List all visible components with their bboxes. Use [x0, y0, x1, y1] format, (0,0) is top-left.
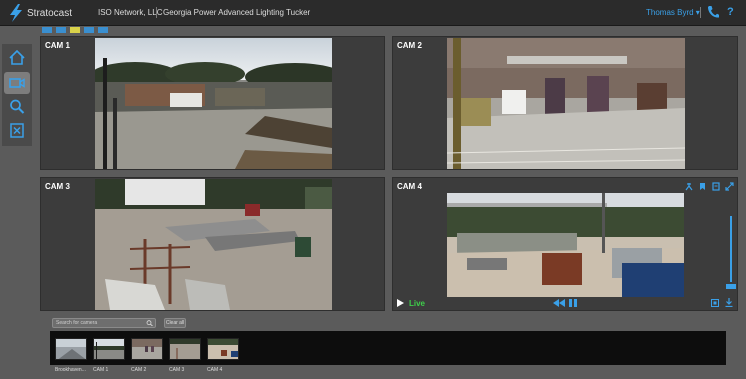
thumbnail-label: CAM 1 — [93, 367, 109, 373]
top-bar: Stratocast ISO Network, LLC Georgia Powe… — [0, 0, 746, 26]
side-nav — [2, 44, 32, 146]
camera-tile-2[interactable]: CAM 2 — [392, 36, 738, 170]
camera-video-feed[interactable] — [447, 193, 684, 297]
thumbnail-label: Brookhaven... — [55, 367, 86, 373]
volume-slider-handle[interactable] — [726, 284, 736, 289]
brand-name: Stratocast — [27, 8, 73, 19]
search-icon[interactable] — [146, 320, 153, 326]
camera-icon — [9, 78, 25, 88]
thumbnail-label: CAM 2 — [131, 367, 147, 373]
camera-video-feed[interactable] — [447, 38, 685, 169]
camera-thumbnail[interactable] — [207, 338, 239, 360]
camera-thumbnail[interactable] — [93, 338, 125, 360]
organization-name[interactable]: ISO Network, LLC — [98, 8, 162, 17]
rewind-icon[interactable] — [553, 299, 565, 307]
stratocast-logo-icon — [10, 4, 22, 22]
volume-slider-track[interactable] — [730, 216, 732, 282]
fullscreen-icon[interactable] — [725, 182, 734, 191]
camera-tile-1[interactable]: CAM 1 — [40, 36, 385, 170]
layout-4x4-button[interactable] — [98, 27, 108, 33]
search-placeholder: Search for camera — [56, 320, 98, 326]
camera-video-feed[interactable] — [95, 179, 332, 310]
nav-close-panel[interactable] — [4, 120, 30, 142]
search-icon — [10, 99, 25, 114]
bookmark-icon[interactable] — [699, 182, 706, 191]
thumbnail-label: CAM 4 — [207, 367, 223, 373]
pause-icon[interactable] — [569, 299, 577, 307]
camera-title: CAM 3 — [45, 182, 70, 191]
camera-tile-3[interactable]: CAM 3 — [40, 177, 385, 311]
user-menu[interactable]: Thomas Byrd ▾ — [646, 8, 700, 17]
layout-2x1-button[interactable] — [56, 27, 66, 33]
snapshot-icon[interactable] — [712, 182, 720, 191]
camera-title: CAM 2 — [397, 41, 422, 50]
nav-search[interactable] — [4, 96, 30, 118]
layout-3x3-button[interactable] — [84, 27, 94, 33]
site-name[interactable]: Georgia Power Advanced Lighting Tucker — [163, 8, 310, 17]
home-icon — [9, 50, 25, 65]
live-indicator: Live — [409, 299, 426, 308]
phone-icon[interactable] — [707, 5, 719, 19]
screenshot-icon[interactable] — [711, 299, 719, 307]
camera-thumbnail[interactable] — [169, 338, 201, 360]
help-button[interactable]: ? — [727, 6, 734, 18]
ptz-control-icon[interactable] — [685, 182, 693, 191]
nav-home[interactable] — [4, 47, 30, 69]
camera-title: CAM 4 — [397, 182, 422, 191]
header-divider — [700, 7, 701, 18]
clear-all-button[interactable]: Clear all — [164, 318, 186, 328]
camera-video-feed[interactable] — [95, 38, 332, 169]
camera-title: CAM 1 — [45, 41, 70, 50]
camera-search-input[interactable]: Search for camera — [52, 318, 156, 328]
nav-cameras[interactable] — [4, 72, 30, 94]
header-divider — [156, 7, 157, 18]
close-box-icon — [10, 123, 24, 138]
layout-1x1-button[interactable] — [42, 27, 52, 33]
play-icon[interactable] — [397, 299, 404, 307]
camera-tile-4[interactable]: CAM 4 Live — [392, 177, 738, 311]
download-icon[interactable] — [725, 298, 733, 307]
camera-thumbnail[interactable] — [131, 338, 163, 360]
camera-thumbnail[interactable] — [55, 338, 87, 360]
layout-2x2-button[interactable] — [70, 27, 80, 33]
thumbnail-label: CAM 3 — [169, 367, 185, 373]
